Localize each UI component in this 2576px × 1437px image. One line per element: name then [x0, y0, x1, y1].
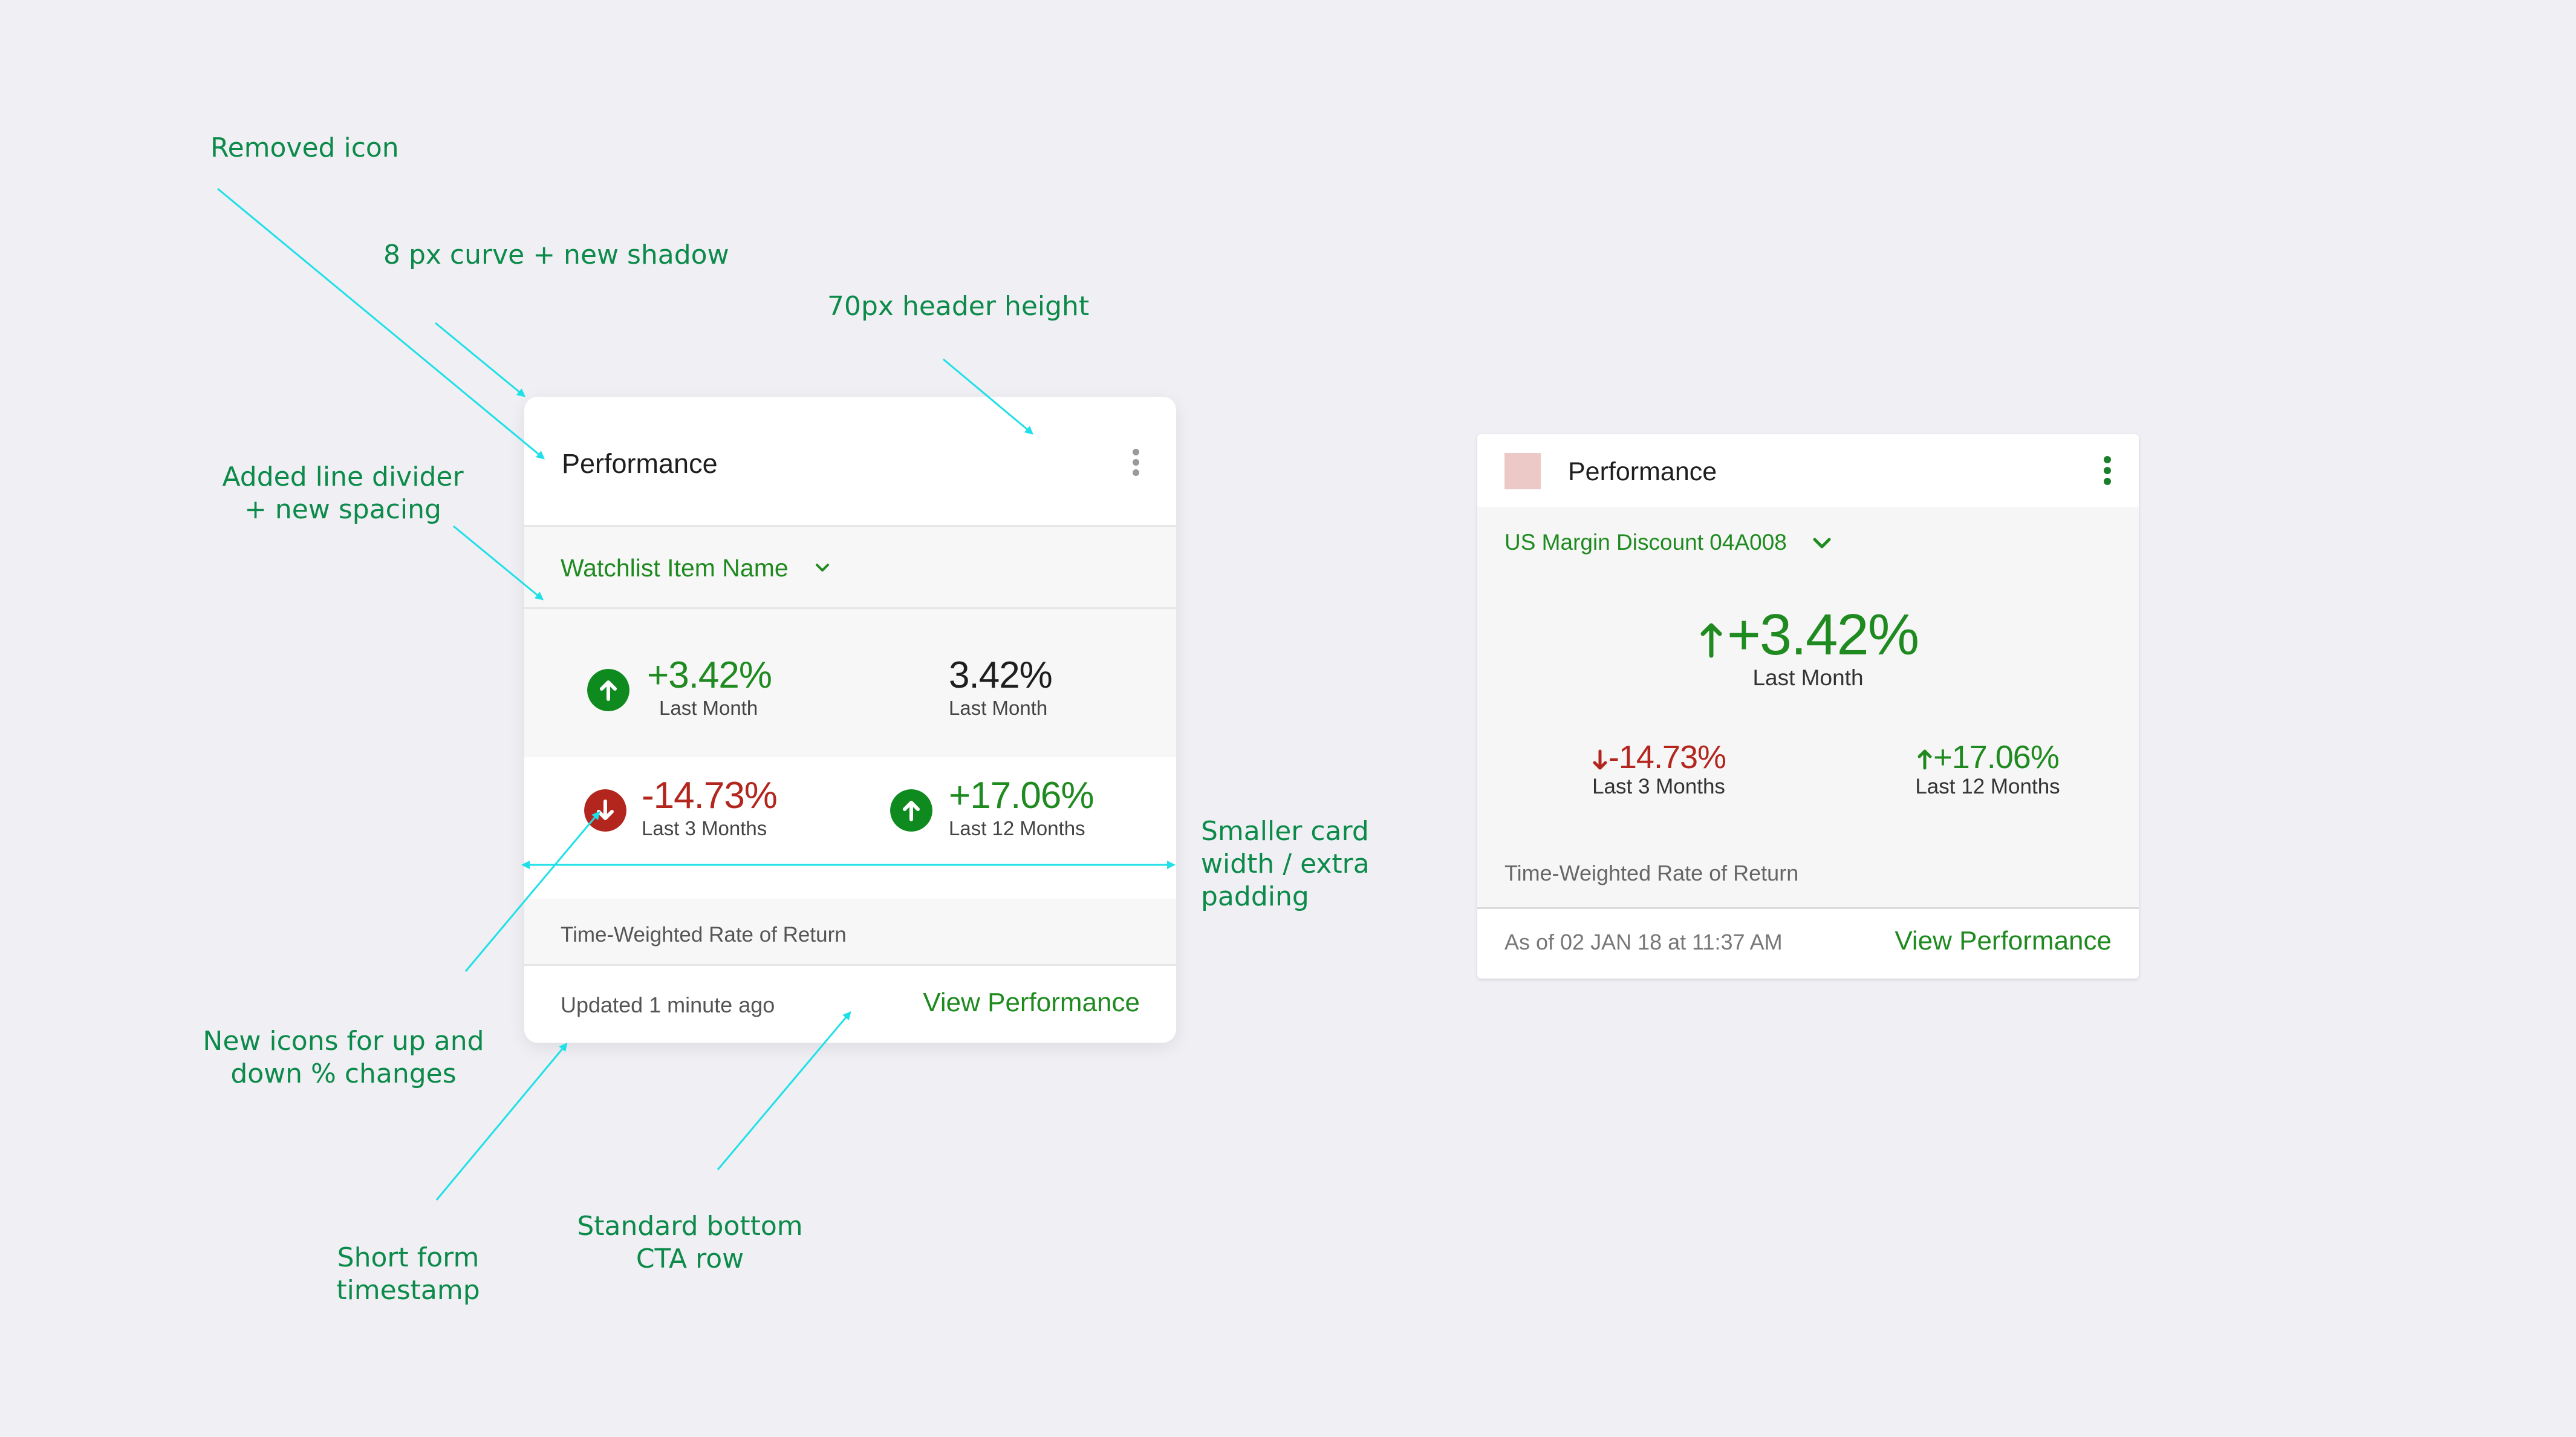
annotation-new-icons-line1: New icons for up and	[203, 1026, 484, 1057]
arrow-up-circle-icon	[587, 669, 629, 711]
performance-card-new: Performance Watchlist Item Name +3.42% L…	[524, 397, 1176, 1043]
view-performance-link[interactable]: View Performance	[1895, 926, 2112, 956]
stat-last-month: +3.42% Last Month	[647, 656, 772, 720]
performance-card-old: Performance US Margin Discount 04A008 +3…	[1477, 434, 2139, 979]
updated-timestamp: Updated 1 minute ago	[561, 992, 775, 1017]
annotation-standard-cta-line2: CTA row	[636, 1243, 744, 1274]
annotation-smaller-card-line2: width / extra	[1201, 849, 1370, 879]
stat-value: 3.42%	[949, 654, 1053, 696]
annotation-short-timestamp-line1: Short form	[337, 1242, 480, 1273]
caption-text: Time-Weighted Rate of Return	[1504, 861, 1799, 885]
annotation-curve-shadow: 8 px curve + new shadow	[383, 240, 729, 270]
annotation-smaller-card-line1: Smaller card	[1201, 816, 1369, 847]
annotation-standard-cta-line1: Standard bottom	[577, 1211, 803, 1242]
stat-label: Last Month	[949, 697, 1048, 719]
main-stat-label: Last Month	[1752, 665, 1864, 690]
chevron-down-icon	[816, 564, 829, 572]
stat-label: Last 12 Months	[1915, 775, 2060, 798]
arrow-curve-shadow	[435, 322, 526, 397]
caption-text: Time-Weighted Rate of Return	[561, 923, 847, 947]
chevron-down-icon[interactable]	[1812, 536, 1832, 550]
kebab-menu-icon[interactable]	[2104, 456, 2112, 489]
arrow-down-icon	[1593, 749, 1607, 770]
stat-value: -14.73%	[1568, 740, 1749, 775]
card-footer: Updated 1 minute ago View Performance	[524, 966, 1176, 1043]
stat-last-12-months: +17.06% Last 12 Months	[949, 776, 1094, 840]
annotation-new-icons-line2: down % changes	[230, 1058, 457, 1089]
stat-value: +17.06%	[1897, 740, 2078, 775]
asof-timestamp: As of 02 JAN 18 at 11:37 AM	[1504, 930, 1783, 954]
kebab-menu-icon[interactable]	[1133, 449, 1140, 477]
stat-last-month-plain: 3.42% Last Month	[949, 654, 1053, 720]
main-stat: +3.42% Last Month	[1477, 605, 2139, 691]
card-title: Performance	[1568, 457, 1717, 486]
main-stat-number: +3.42%	[1726, 602, 1919, 667]
stat-last-3-months: -14.73% Last 3 Months	[1568, 740, 1749, 799]
stat-label: Last 3 Months	[642, 817, 767, 839]
watchlist-selector[interactable]: Watchlist Item Name	[524, 527, 1176, 609]
annotation-smaller-card-line3: padding	[1201, 881, 1309, 912]
stat-number: +17.06%	[1933, 739, 2060, 775]
annotation-line-divider-line1: Added line divider	[222, 461, 464, 492]
arrow-removed-icon	[217, 187, 545, 460]
annotation-standard-cta: Standard bottom CTA row	[577, 1210, 802, 1276]
arrow-down-circle-icon	[584, 789, 626, 832]
card-footer: As of 02 JAN 18 at 11:37 AM View Perform…	[1477, 909, 2139, 979]
card-icon-placeholder	[1504, 453, 1541, 489]
annotation-line-divider: Added line divider + new spacing	[222, 461, 463, 526]
annotation-new-icons: New icons for up and down % changes	[203, 1025, 484, 1090]
stat-value: -14.73%	[642, 775, 778, 816]
annotation-removed-icon: Removed icon	[210, 132, 399, 163]
card-header: Performance	[1477, 434, 2139, 507]
stat-last-3-months: -14.73% Last 3 Months	[642, 775, 778, 840]
card-title: Performance	[562, 448, 718, 479]
caption-area: Time-Weighted Rate of Return	[524, 899, 1176, 964]
stat-label: Last 12 Months	[949, 817, 1085, 839]
arrow-up-icon	[1700, 623, 1722, 658]
stat-number: -14.73%	[1608, 739, 1726, 775]
stat-value: +3.42%	[647, 654, 772, 696]
stat-label: Last 3 Months	[1592, 775, 1725, 798]
watchlist-selector-label: Watchlist Item Name	[561, 554, 789, 582]
annotation-short-timestamp-line2: timestamp	[336, 1275, 480, 1306]
annotation-smaller-card: Smaller card width / extra padding	[1201, 815, 1370, 913]
stat-value: +17.06%	[949, 775, 1094, 816]
arrow-up-icon	[1917, 749, 1932, 770]
stat-last-12-months: +17.06% Last 12 Months	[1897, 740, 2078, 799]
card-header: Performance	[524, 397, 1176, 527]
watchlist-selector-label[interactable]: US Margin Discount 04A008	[1504, 530, 1787, 555]
stat-label: Last Month	[659, 697, 758, 719]
annotation-short-timestamp: Short form timestamp	[336, 1242, 480, 1307]
annotation-line-divider-line2: + new spacing	[244, 494, 441, 525]
main-stat-value: +3.42%	[1477, 605, 2139, 665]
annotation-arrows	[217, 187, 1176, 1201]
annotation-header-height: 70px header height	[827, 291, 1090, 322]
view-performance-link[interactable]: View Performance	[923, 988, 1140, 1018]
arrow-up-circle-icon	[890, 789, 932, 832]
